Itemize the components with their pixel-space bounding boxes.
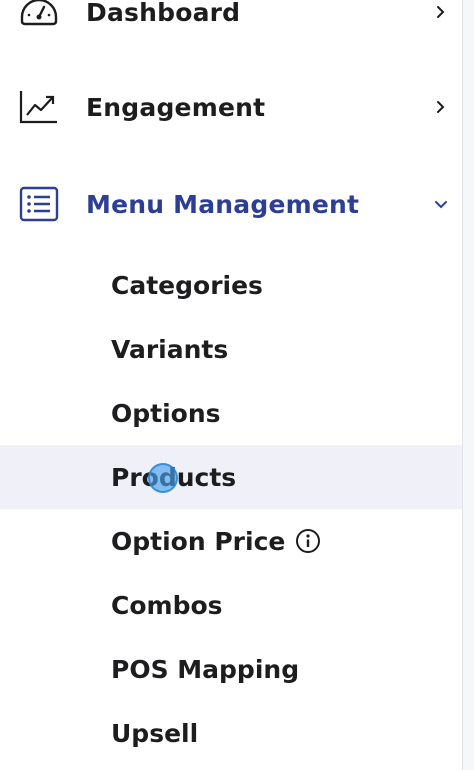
sidebar-nav: Dashboard Engagement Menu Management Cat… [0, 0, 463, 770]
chevron-right-icon [430, 1, 452, 23]
submenu-item-label: Variants [111, 334, 229, 364]
submenu-item-options[interactable]: Options [0, 381, 462, 445]
trending-chart-icon [18, 86, 60, 128]
scrollbar-track[interactable] [463, 0, 474, 770]
submenu-item-label: POS Mapping [111, 654, 300, 684]
sidebar-item-dashboard[interactable]: Dashboard [0, 0, 462, 44]
sidebar-item-label: Engagement [86, 92, 266, 122]
submenu-item-variants[interactable]: Variants [0, 317, 462, 381]
info-icon[interactable] [295, 528, 321, 554]
submenu-item-pos-mapping[interactable]: POS Mapping [0, 637, 462, 701]
submenu-item-label: Categories [111, 270, 263, 300]
chevron-down-icon [430, 193, 452, 215]
sidebar-item-menu-management[interactable]: Menu Management [0, 172, 462, 236]
gauge-icon [18, 0, 60, 33]
submenu-item-upsell[interactable]: Upsell [0, 701, 462, 765]
submenu-item-products[interactable]: Products [0, 445, 462, 509]
submenu-item-label: Upsell [111, 718, 199, 748]
sidebar-item-label: Menu Management [86, 189, 360, 219]
list-icon [18, 183, 60, 225]
submenu-item-label: Products [111, 462, 237, 492]
submenu-item-label: Options [111, 398, 221, 428]
submenu-item-combos[interactable]: Combos [0, 573, 462, 637]
sidebar-item-label: Dashboard [86, 0, 241, 27]
submenu-item-label: Combos [111, 590, 223, 620]
submenu-item-label: Option Price [111, 526, 286, 556]
submenu-item-categories[interactable]: Categories [0, 253, 462, 317]
sidebar-item-engagement[interactable]: Engagement [0, 75, 462, 139]
chevron-right-icon [430, 96, 452, 118]
submenu-item-option-price[interactable]: Option Price [0, 509, 462, 573]
